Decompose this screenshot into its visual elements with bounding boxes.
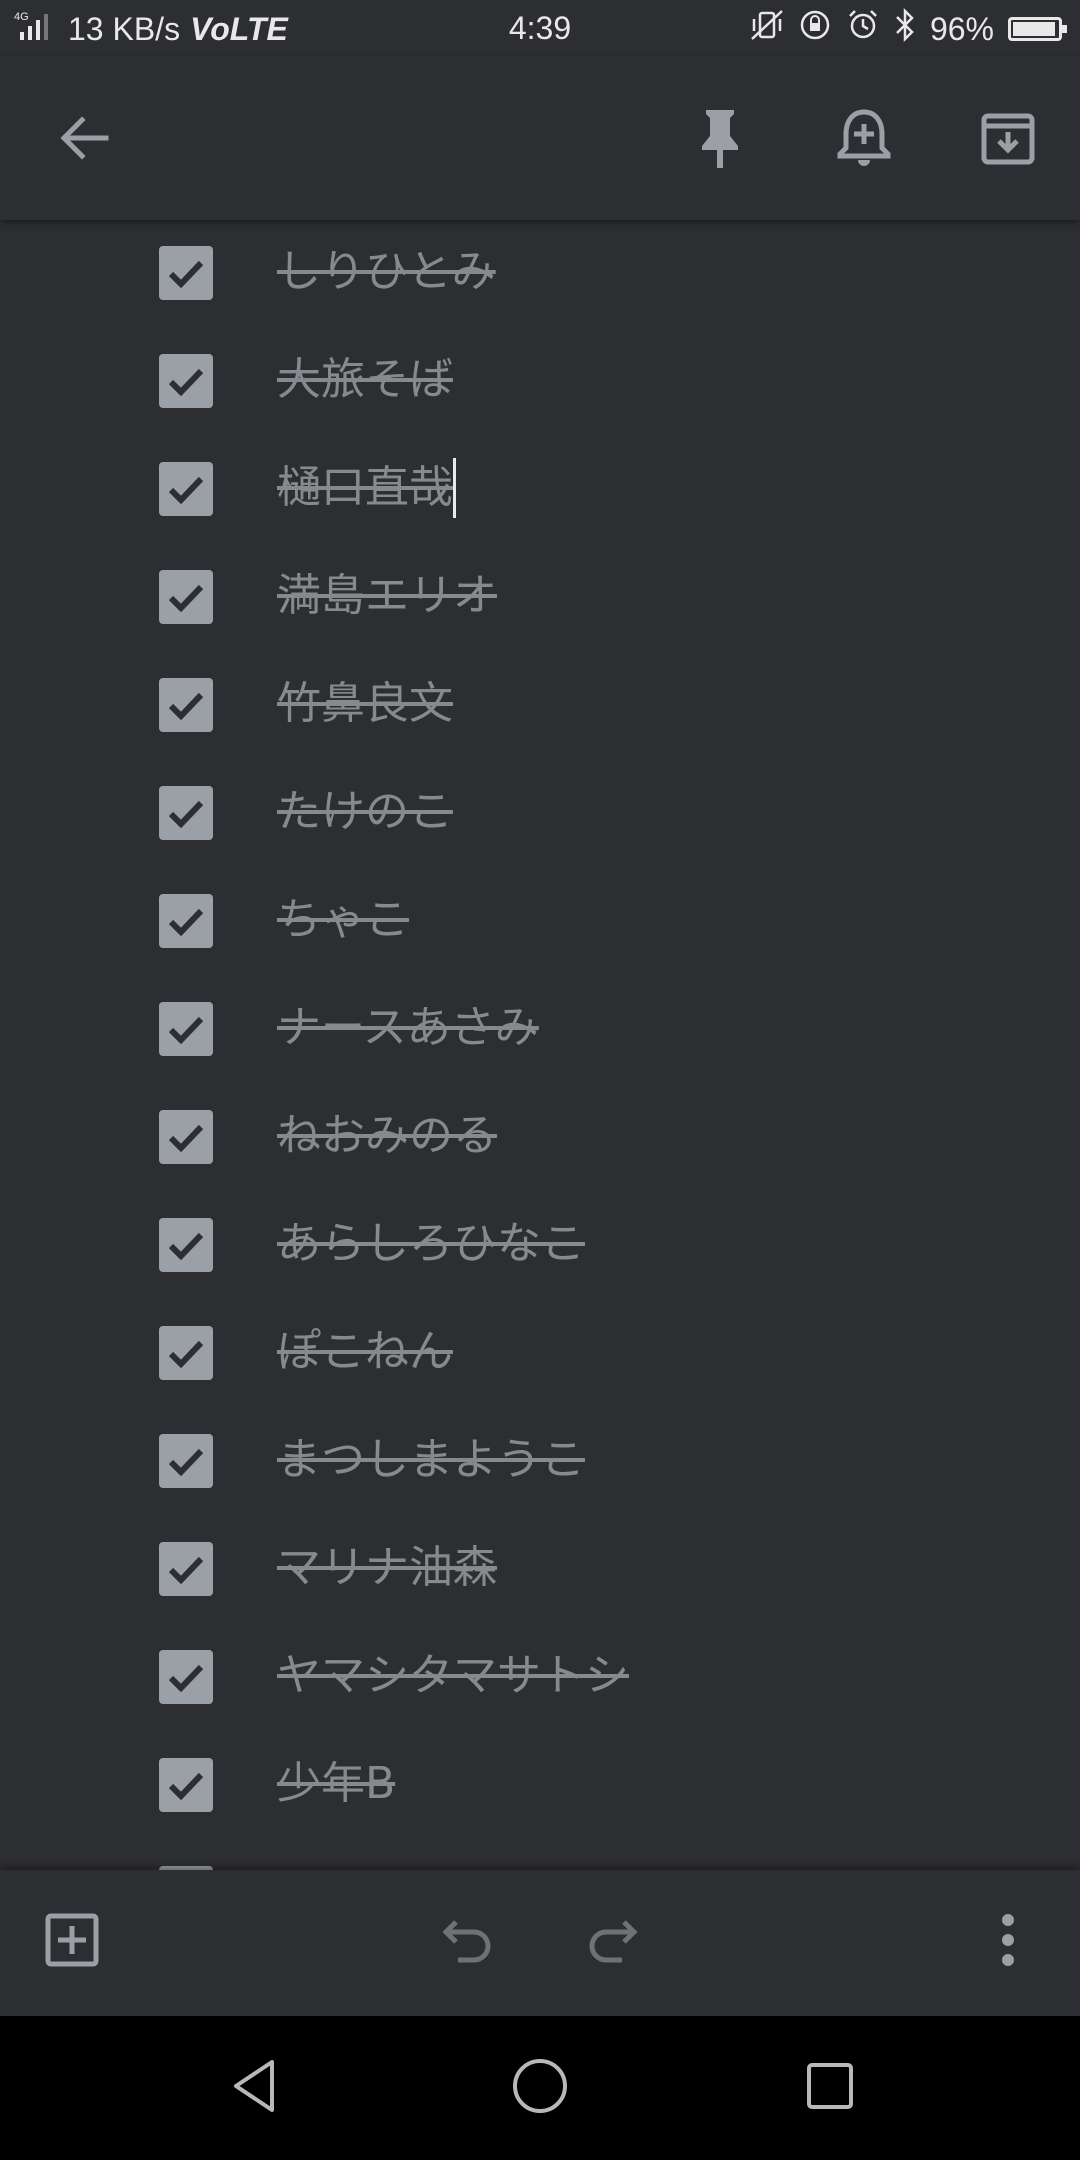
alarm-icon bbox=[846, 8, 880, 50]
checklist: しりひとみ大旅そば樋口直哉満島エリオ竹鼻良文たけのこちゃこナースあさみ ねおみのる… bbox=[0, 220, 1080, 1870]
checkbox-checked[interactable] bbox=[159, 354, 213, 408]
checkbox-checked[interactable] bbox=[159, 894, 213, 948]
checkbox-checked[interactable] bbox=[159, 1326, 213, 1380]
check-icon bbox=[168, 1772, 204, 1801]
checklist-item-text[interactable]: 満島エリオ bbox=[277, 566, 497, 626]
checklist-item[interactable]: 竹鼻良文 bbox=[0, 652, 1080, 760]
rotation-lock-icon bbox=[798, 8, 832, 50]
pin-icon bbox=[692, 106, 748, 174]
check-icon bbox=[168, 584, 204, 613]
checkbox-checked[interactable] bbox=[159, 1758, 213, 1812]
checklist-item-text[interactable]: ちゃこ bbox=[277, 890, 409, 950]
archive-button[interactable] bbox=[972, 104, 1044, 176]
nav-back-button[interactable] bbox=[214, 2046, 298, 2130]
check-icon bbox=[168, 1016, 204, 1045]
checklist-item-text[interactable]: 大旅そば bbox=[277, 350, 453, 410]
checklist-item[interactable]: しりひとみ bbox=[0, 220, 1080, 328]
nav-recents-button[interactable] bbox=[788, 2046, 872, 2130]
status-bar: 4G 13 KB/s VoLTE 4:39 96% bbox=[0, 0, 1080, 56]
checkbox-checked[interactable] bbox=[159, 1110, 213, 1164]
checkbox-checked[interactable] bbox=[159, 462, 213, 516]
checklist-item-text[interactable]: たけのこ bbox=[277, 782, 453, 842]
checklist-item-text[interactable]: マリナ油森 bbox=[277, 1538, 497, 1598]
checklist-item-partial[interactable] bbox=[0, 1840, 1080, 1870]
nav-back-icon bbox=[226, 2056, 286, 2120]
checklist-item[interactable]: 少年B bbox=[0, 1732, 1080, 1840]
system-nav-bar bbox=[0, 2016, 1080, 2160]
check-icon bbox=[168, 908, 204, 937]
checklist-item[interactable]: ぽこねん bbox=[0, 1300, 1080, 1408]
nav-home-icon bbox=[510, 2056, 570, 2120]
checkbox-checked[interactable] bbox=[159, 1434, 213, 1488]
checklist-item[interactable]: ねおみのる bbox=[0, 1084, 1080, 1192]
checklist-item-text[interactable]: まつしまようこ bbox=[277, 1430, 585, 1490]
add-reminder-button[interactable] bbox=[828, 104, 900, 176]
add-button[interactable] bbox=[36, 1906, 108, 1978]
check-icon bbox=[168, 260, 204, 289]
checklist-item[interactable]: まつしまようこ bbox=[0, 1408, 1080, 1516]
checkbox-checked[interactable] bbox=[159, 246, 213, 300]
more-options-button[interactable] bbox=[972, 1906, 1044, 1978]
vibrate-icon bbox=[750, 9, 784, 49]
redo-icon bbox=[582, 1912, 642, 1972]
checklist-item[interactable]: 樋口直哉 bbox=[0, 436, 1080, 544]
checklist-item[interactable]: あらしろひなこ bbox=[0, 1192, 1080, 1300]
check-icon bbox=[168, 476, 204, 505]
pin-button[interactable] bbox=[684, 104, 756, 176]
undo-button[interactable] bbox=[432, 1906, 504, 1978]
checklist-item-text[interactable]: 竹鼻良文 bbox=[277, 674, 453, 734]
checklist-item-text[interactable]: ぽこねん bbox=[277, 1322, 453, 1382]
checklist-item[interactable]: ナースあさみ bbox=[0, 976, 1080, 1084]
bottom-toolbar bbox=[0, 1870, 1080, 2016]
nav-home-button[interactable] bbox=[498, 2046, 582, 2130]
checklist-item[interactable]: 満島エリオ bbox=[0, 544, 1080, 652]
add-reminder-icon bbox=[836, 106, 892, 174]
checklist-item-text[interactable]: しりひとみ bbox=[277, 242, 496, 302]
checklist-item-text[interactable]: ナースあさみ bbox=[277, 998, 539, 1058]
checkbox-checked[interactable] bbox=[159, 1650, 213, 1704]
checkbox-checked[interactable] bbox=[159, 570, 213, 624]
redo-button[interactable] bbox=[576, 1906, 648, 1978]
keep-note-screen: 4G 13 KB/s VoLTE 4:39 96% しりひとみ 大旅そば 樋口直… bbox=[0, 0, 1080, 2160]
status-right: 96% bbox=[750, 7, 1067, 50]
back-button[interactable] bbox=[48, 104, 120, 176]
nav-recents-icon bbox=[802, 2058, 858, 2118]
checkbox-checked[interactable] bbox=[159, 1218, 213, 1272]
check-icon bbox=[168, 1448, 204, 1477]
add-box-icon bbox=[42, 1910, 102, 1974]
bluetooth-icon bbox=[894, 7, 916, 50]
check-icon bbox=[168, 1340, 204, 1369]
check-icon bbox=[168, 1232, 204, 1261]
arrow-back-icon bbox=[56, 110, 112, 170]
battery-icon bbox=[1008, 17, 1067, 41]
checkbox-checked[interactable] bbox=[159, 786, 213, 840]
battery-percent: 96% bbox=[929, 10, 994, 47]
check-icon bbox=[168, 692, 204, 721]
checklist-item[interactable]: たけのこ bbox=[0, 760, 1080, 868]
check-icon bbox=[168, 1124, 204, 1153]
checklist-item-text[interactable]: 少年B bbox=[277, 1754, 395, 1814]
undo-icon bbox=[438, 1912, 498, 1972]
checklist-item-text[interactable]: ねおみのる bbox=[277, 1106, 497, 1166]
checkbox-checked[interactable] bbox=[159, 678, 213, 732]
checklist-item[interactable]: マリナ油森 bbox=[0, 1516, 1080, 1624]
checklist-item[interactable]: ヤマシタマサトシ bbox=[0, 1624, 1080, 1732]
checkbox-checked[interactable] bbox=[159, 1002, 213, 1056]
checklist-item-text[interactable]: あらしろひなこ bbox=[277, 1214, 585, 1274]
text-cursor bbox=[453, 458, 456, 518]
check-icon bbox=[168, 1556, 204, 1585]
check-icon bbox=[168, 800, 204, 829]
checklist-item-text[interactable]: 樋口直哉 bbox=[277, 458, 453, 518]
checklist-item[interactable]: 大旅そば bbox=[0, 328, 1080, 436]
check-icon bbox=[168, 1664, 204, 1693]
checklist-item[interactable]: ちゃこ bbox=[0, 868, 1080, 976]
note-toolbar bbox=[0, 56, 1080, 220]
check-icon bbox=[168, 368, 204, 397]
more-vert-icon bbox=[998, 1910, 1018, 1974]
archive-icon bbox=[978, 108, 1038, 172]
checklist-item-text[interactable]: ヤマシタマサトシ bbox=[277, 1646, 629, 1706]
checkbox-checked[interactable] bbox=[159, 1542, 213, 1596]
